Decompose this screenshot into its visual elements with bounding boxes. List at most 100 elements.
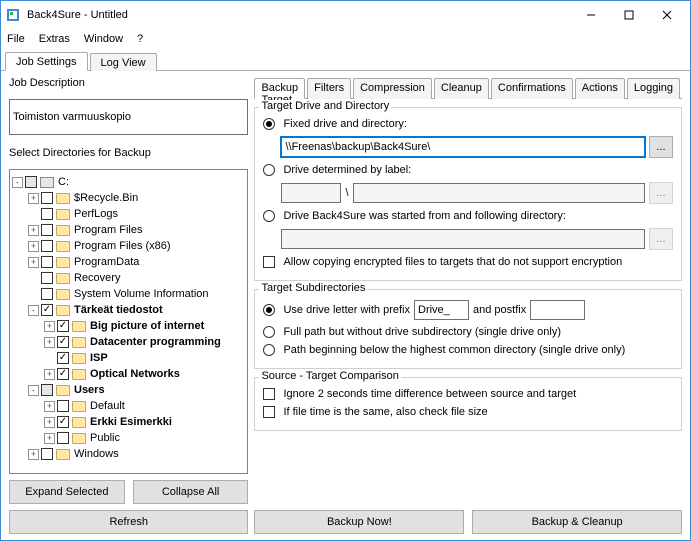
expand-icon[interactable]: +	[44, 417, 55, 428]
tree-checkbox[interactable]	[41, 256, 53, 268]
tab-actions[interactable]: Actions	[575, 78, 625, 99]
tree-node[interactable]: +Program Files (x86)	[12, 238, 245, 254]
prefix-input[interactable]	[414, 300, 469, 320]
tree-node[interactable]: + Datacenter programming	[12, 334, 245, 350]
expand-icon[interactable]: +	[28, 257, 39, 268]
menu-help[interactable]: ?	[137, 33, 143, 45]
tree-node[interactable]: +ProgramData	[12, 254, 245, 270]
radio-drive-label[interactable]	[263, 164, 275, 176]
menu-file[interactable]: File	[7, 33, 25, 45]
tree-checkbox[interactable]	[41, 448, 53, 460]
tree-label: Users	[74, 384, 105, 396]
tree-checkbox[interactable]	[57, 432, 69, 444]
folder-icon	[72, 369, 86, 380]
tab-compression[interactable]: Compression	[353, 78, 432, 99]
started-path-input	[281, 229, 645, 249]
collapse-icon[interactable]: -	[28, 385, 39, 396]
tree-checkbox[interactable]	[41, 304, 53, 316]
expand-selected-button[interactable]: Expand Selected	[9, 480, 125, 504]
close-button[interactable]	[648, 4, 686, 26]
tree-checkbox[interactable]	[41, 224, 53, 236]
tree-checkbox[interactable]	[41, 272, 53, 284]
expand-icon[interactable]: +	[44, 401, 55, 412]
tree-node[interactable]: - Users	[12, 382, 245, 398]
tree-node[interactable]: +Windows	[12, 446, 245, 462]
collapse-icon[interactable]: -	[28, 305, 39, 316]
tree-node[interactable]: PerfLogs	[12, 206, 245, 222]
menu-extras[interactable]: Extras	[39, 33, 70, 45]
tree-node[interactable]: System Volume Information	[12, 286, 245, 302]
tab-log-view[interactable]: Log View	[90, 53, 157, 71]
tab-confirmations[interactable]: Confirmations	[491, 78, 573, 99]
tree-checkbox[interactable]	[57, 368, 69, 380]
tab-backup-target[interactable]: Backup Target	[254, 78, 305, 99]
tree-checkbox[interactable]	[57, 336, 69, 348]
expand-icon[interactable]: +	[44, 321, 55, 332]
tab-logging[interactable]: Logging	[627, 78, 680, 99]
radio-started-from[interactable]	[263, 210, 275, 222]
tree-checkbox[interactable]	[57, 320, 69, 332]
allow-encrypted-checkbox[interactable]	[263, 256, 275, 268]
collapse-icon[interactable]: -	[12, 177, 23, 188]
minimize-button[interactable]	[572, 4, 610, 26]
folder-icon	[56, 241, 70, 252]
browse-fixed-button[interactable]: ...	[649, 136, 673, 158]
tab-cleanup[interactable]: Cleanup	[434, 78, 489, 99]
folder-icon	[56, 225, 70, 236]
expand-icon[interactable]: +	[44, 337, 55, 348]
postfix-input[interactable]	[530, 300, 585, 320]
fixed-path-input[interactable]	[281, 137, 645, 157]
expand-icon[interactable]: +	[44, 369, 55, 380]
tree-checkbox[interactable]	[25, 176, 37, 188]
backup-cleanup-button[interactable]: Backup & Cleanup	[472, 510, 682, 534]
tree-node[interactable]: -C:	[12, 174, 245, 190]
radio-common[interactable]	[263, 344, 275, 356]
tree-checkbox[interactable]	[41, 208, 53, 220]
tree-label: Datacenter programming	[90, 336, 221, 348]
tree-checkbox[interactable]	[41, 288, 53, 300]
maximize-button[interactable]	[610, 4, 648, 26]
expand-icon[interactable]: +	[28, 193, 39, 204]
tree-node[interactable]: +$Recycle.Bin	[12, 190, 245, 206]
tree-node[interactable]: +Big picture of internet	[12, 318, 245, 334]
tree-label: Erkki Esimerkki	[90, 416, 172, 428]
check-size-checkbox[interactable]	[263, 406, 275, 418]
expand-icon[interactable]: +	[44, 433, 55, 444]
expand-icon[interactable]: +	[28, 225, 39, 236]
folder-icon	[56, 193, 70, 204]
ignore-2s-checkbox[interactable]	[263, 388, 275, 400]
expand-icon[interactable]: +	[28, 449, 39, 460]
backup-now-button[interactable]: Backup Now!	[254, 510, 464, 534]
radio-started-from-label: Drive Back4Sure was started from and fol…	[283, 210, 565, 222]
tree-checkbox[interactable]	[57, 416, 69, 428]
tree-node[interactable]: +Program Files	[12, 222, 245, 238]
collapse-all-button[interactable]: Collapse All	[133, 480, 249, 504]
radio-fixed-drive[interactable]	[263, 118, 275, 130]
tab-job-settings[interactable]: Job Settings	[5, 52, 88, 71]
tree-node[interactable]: +Default	[12, 398, 245, 414]
job-description-input[interactable]	[9, 99, 248, 135]
app-icon	[5, 7, 21, 23]
refresh-button[interactable]: Refresh	[9, 510, 248, 534]
tree-checkbox[interactable]	[41, 240, 53, 252]
tree-checkbox[interactable]	[57, 400, 69, 412]
tree-checkbox[interactable]	[41, 192, 53, 204]
tree-node[interactable]: Recovery	[12, 270, 245, 286]
menu-window[interactable]: Window	[84, 33, 123, 45]
tree-node[interactable]: ISP	[12, 350, 245, 366]
radio-fullpath[interactable]	[263, 326, 275, 338]
folder-icon	[72, 433, 86, 444]
tree-node[interactable]: +Optical Networks	[12, 366, 245, 382]
tree-node[interactable]: +Public	[12, 430, 245, 446]
expand-icon[interactable]: +	[28, 241, 39, 252]
directory-tree[interactable]: -C:+$Recycle.BinPerfLogs+Program Files+P…	[9, 169, 248, 474]
tab-filters[interactable]: Filters	[307, 78, 351, 99]
drive-icon	[40, 177, 54, 188]
folder-icon	[56, 289, 70, 300]
radio-prefix[interactable]	[263, 304, 275, 316]
tree-checkbox[interactable]	[57, 352, 69, 364]
tree-node[interactable]: -Tärkeät tiedostot	[12, 302, 245, 318]
tree-node[interactable]: + Erkki Esimerkki	[12, 414, 245, 430]
tree-checkbox[interactable]	[41, 384, 53, 396]
allow-encrypted-label: Allow copying encrypted files to targets…	[283, 256, 622, 268]
